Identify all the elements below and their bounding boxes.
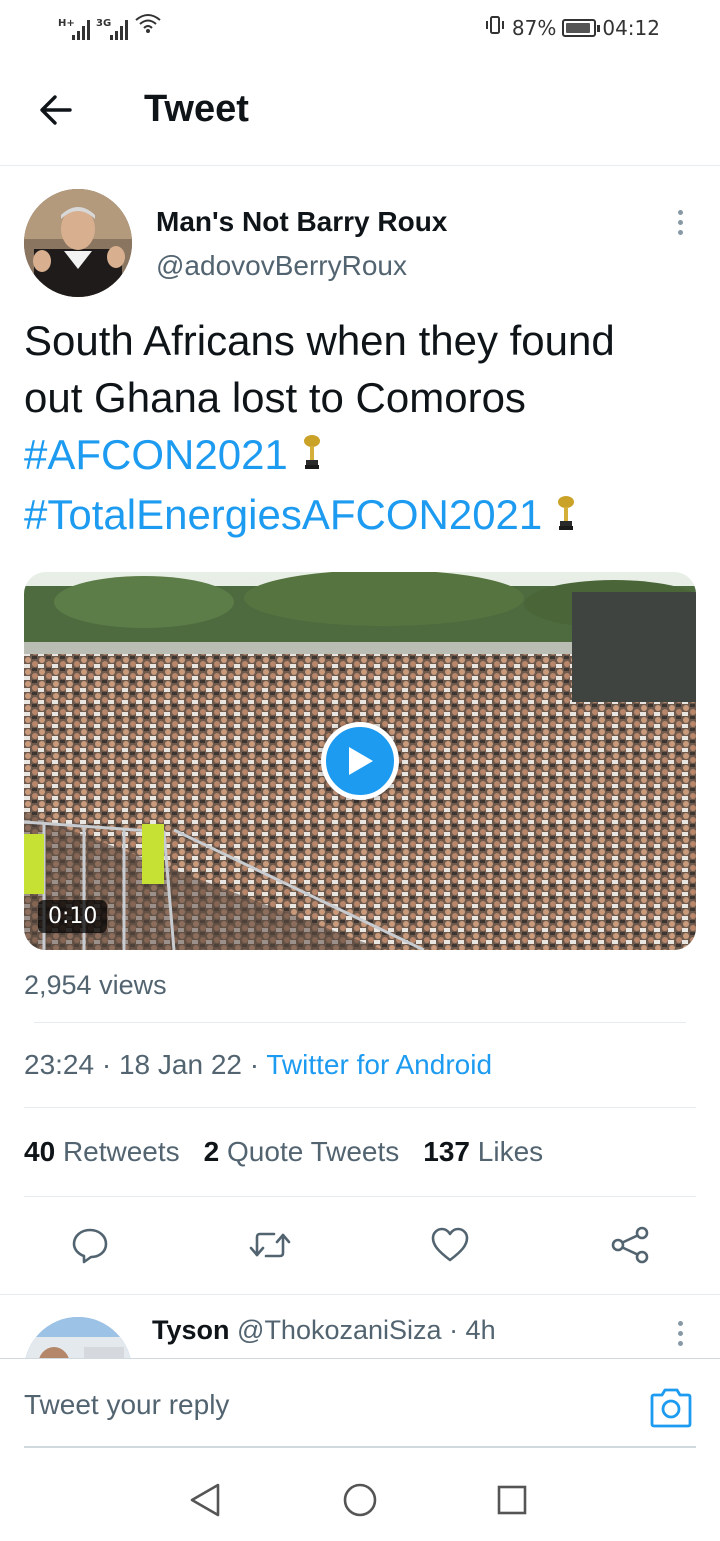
triangle-back-icon: [190, 1483, 220, 1517]
reply-composer: [0, 1358, 720, 1448]
tweet-source-link[interactable]: Twitter for Android: [266, 1049, 492, 1080]
status-right: 87% 04:12: [484, 14, 660, 41]
hashtag-link[interactable]: #AFCON2021: [24, 431, 288, 478]
like-button[interactable]: [427, 1222, 473, 1268]
tweet-meta: 23:24 · 18 Jan 22 · Twitter for Android: [24, 1049, 492, 1081]
likes-stat[interactable]: 137 Likes: [423, 1136, 543, 1168]
nav-back-button[interactable]: [183, 1478, 227, 1522]
dot-icon: [677, 1330, 683, 1336]
network-indicators: H+ 3G: [58, 12, 162, 40]
trophy-icon: [556, 490, 576, 547]
reply-author-handle[interactable]: @ThokozaniSiza: [237, 1315, 442, 1345]
divider: [24, 1196, 696, 1197]
status-bar: H+ 3G 87% 04:12: [0, 0, 720, 54]
square-recents-icon: [497, 1485, 527, 1515]
tweet-text-line: out Ghana lost to Comoros: [24, 374, 526, 421]
dot-icon: [677, 1340, 683, 1346]
tweet-date: 18 Jan 22: [118, 1049, 242, 1080]
author-name[interactable]: Man's Not Barry Roux: [156, 206, 447, 238]
quote-tweets-label: Quote Tweets: [227, 1136, 400, 1167]
retweets-count: 40: [24, 1136, 56, 1167]
likes-label: Likes: [477, 1136, 544, 1167]
system-nav-bar: [0, 1460, 720, 1541]
play-button[interactable]: [321, 722, 399, 800]
reply-header: Tyson @ThokozaniSiza · 4h: [152, 1315, 496, 1346]
divider: [34, 1022, 686, 1023]
app-header: Tweet: [0, 56, 720, 166]
clock: 04:12: [602, 15, 660, 40]
author-handle[interactable]: @adovovBerryRoux: [156, 250, 407, 282]
composer-underline: [24, 1446, 696, 1448]
view-count: 2,954 views: [24, 970, 167, 1000]
network-type-label: H+: [58, 18, 75, 29]
battery-icon: [562, 18, 601, 37]
hashtag-link[interactable]: #TotalEnergiesAFCON2021: [24, 491, 542, 538]
camera-button[interactable]: [648, 1387, 694, 1429]
share-button[interactable]: [607, 1222, 653, 1268]
network-type-label-2: 3G: [96, 18, 112, 29]
share-icon: [611, 1226, 649, 1264]
signal-icon-2: 3G: [96, 18, 128, 40]
back-button[interactable]: [34, 88, 78, 132]
reply-input[interactable]: [24, 1389, 624, 1421]
tweet-video[interactable]: 0:10: [24, 572, 696, 950]
battery-percent: 87%: [511, 15, 557, 40]
quote-tweets-stat[interactable]: 2 Quote Tweets: [204, 1136, 400, 1168]
video-duration: 0:10: [38, 900, 108, 933]
likes-count: 137: [423, 1136, 470, 1167]
trophy-icon: [302, 429, 322, 486]
like-icon: [431, 1227, 469, 1262]
camera-icon: [650, 1388, 692, 1428]
retweets-label: Retweets: [62, 1136, 180, 1167]
nav-home-button[interactable]: [338, 1478, 382, 1522]
separator: ·: [249, 1049, 260, 1080]
play-icon: [349, 747, 373, 775]
circle-home-icon: [343, 1483, 377, 1517]
reply-age: · 4h: [449, 1315, 496, 1345]
divider: [24, 1107, 696, 1108]
more-options-button[interactable]: [662, 204, 698, 240]
dot-icon: [677, 1320, 683, 1326]
reply-button[interactable]: [67, 1222, 113, 1268]
vibrate-icon: [484, 14, 506, 41]
tweet-stats: 40 Retweets 2 Quote Tweets 137 Likes: [24, 1136, 543, 1168]
reply-avatar[interactable]: [24, 1317, 132, 1358]
dot-icon: [677, 209, 683, 215]
reply-more-button[interactable]: [662, 1315, 698, 1351]
reply-icon: [72, 1228, 108, 1264]
nav-recents-button[interactable]: [490, 1478, 534, 1522]
reply-item[interactable]: Tyson @ThokozaniSiza · 4h: [0, 1294, 720, 1358]
reply-author-name[interactable]: Tyson: [152, 1315, 230, 1345]
signal-icon: H+: [58, 18, 90, 40]
dot-icon: [677, 229, 683, 235]
tweet-actions: [0, 1222, 720, 1268]
tweet-time: 23:24: [24, 1049, 95, 1080]
arrow-left-icon: [40, 95, 72, 125]
tweet-text: South Africans when they found out Ghana…: [24, 312, 704, 547]
wifi-icon: [134, 12, 162, 40]
retweet-icon: [249, 1232, 291, 1258]
retweets-stat[interactable]: 40 Retweets: [24, 1136, 180, 1168]
page-title: Tweet: [144, 88, 249, 130]
separator: ·: [101, 1049, 112, 1080]
quote-tweets-count: 2: [203, 1136, 220, 1167]
retweet-button[interactable]: [247, 1222, 293, 1268]
tweet-text-line: South Africans when they found: [24, 317, 615, 364]
author-avatar[interactable]: [24, 189, 132, 297]
dot-icon: [677, 219, 683, 225]
